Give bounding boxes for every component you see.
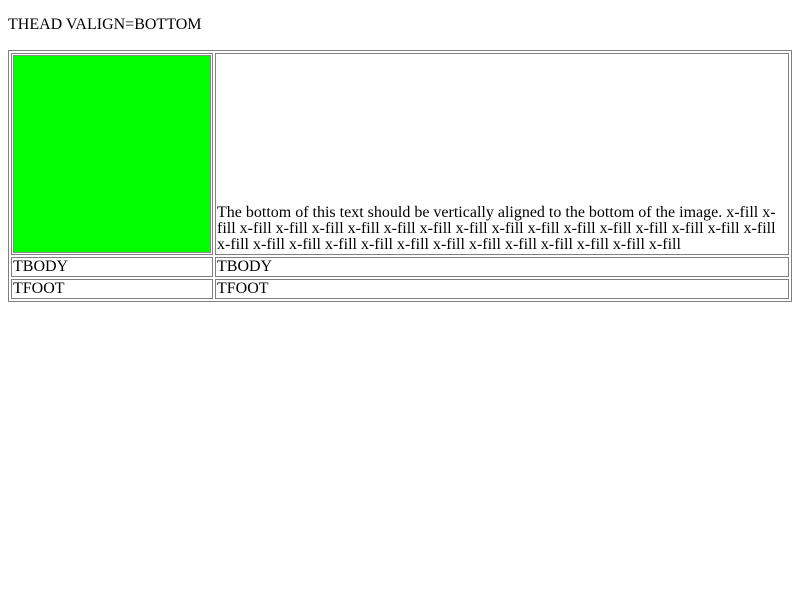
green-image	[13, 55, 211, 253]
tfoot-cell-1: TFOOT	[11, 279, 213, 299]
table-foot: TFOOT TFOOT	[11, 279, 789, 299]
valign-test-table: The bottom of this text should be vertic…	[8, 50, 792, 302]
thead-row: The bottom of this text should be vertic…	[11, 53, 789, 255]
tbody-row: TBODY TBODY	[11, 257, 789, 277]
thead-image-cell	[11, 53, 213, 255]
table-head: The bottom of this text should be vertic…	[11, 53, 789, 255]
table-body: TBODY TBODY	[11, 257, 789, 277]
tbody-cell-2: TBODY	[215, 257, 789, 277]
tfoot-cell-2: TFOOT	[215, 279, 789, 299]
tfoot-row: TFOOT TFOOT	[11, 279, 789, 299]
tbody-cell-1: TBODY	[11, 257, 213, 277]
thead-text: The bottom of this text should be vertic…	[217, 204, 776, 253]
thead-text-cell: The bottom of this text should be vertic…	[215, 53, 789, 255]
page-heading: THEAD VALIGN=BOTTOM	[8, 16, 202, 33]
